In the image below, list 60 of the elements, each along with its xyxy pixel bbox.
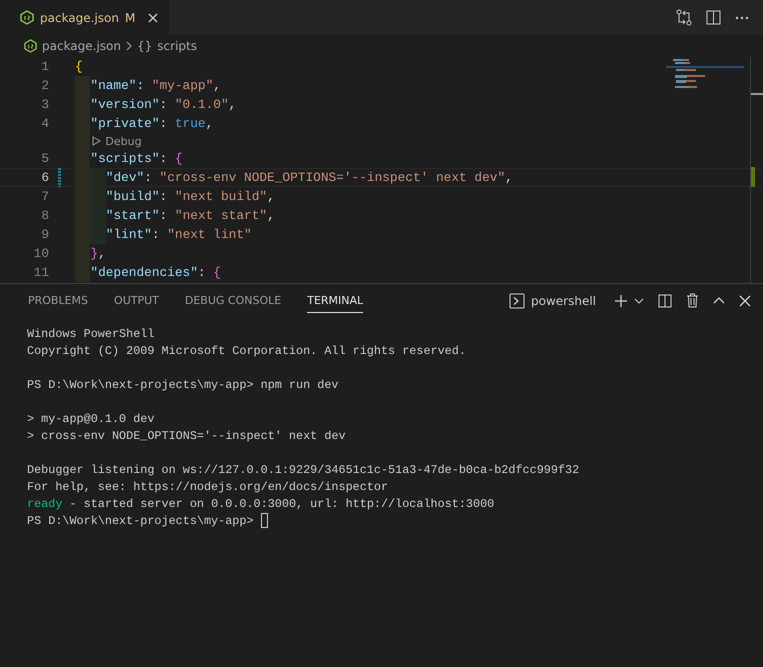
panel-tab[interactable]: TERMINAL (307, 288, 364, 313)
terminal-line: Copyright (C) 2009 Microsoft Corporation. All rights reserved. (27, 344, 466, 358)
close-icon[interactable] (739, 294, 751, 306)
split-editor-icon[interactable] (706, 10, 721, 25)
chevron-up-icon[interactable] (713, 297, 725, 304)
code-line: "private": true, (90, 116, 214, 131)
line-number: 7 (40, 189, 49, 204)
panel-tab[interactable]: OUTPUT (114, 288, 159, 313)
code-line: "build": "next build", (106, 189, 275, 204)
trash-icon[interactable] (686, 293, 699, 308)
breadcrumb-item[interactable]: package.json (42, 39, 122, 53)
code-line: "dev": "cross-env NODE_OPTIONS='--inspect' next dev", (106, 170, 513, 185)
line-number: 5 (40, 151, 49, 166)
plus-icon[interactable] (614, 294, 628, 308)
code-line: "version": "0.1.0", (90, 97, 236, 112)
code-line: { (75, 59, 83, 74)
close-icon[interactable] (147, 12, 160, 24)
debug-link[interactable]: Debug (105, 134, 142, 148)
breadcrumb-item[interactable]: scripts (157, 39, 197, 53)
scrollbar[interactable] (750, 57, 763, 283)
code-line: }, (90, 246, 106, 261)
code-line: "lint": "next lint" (106, 227, 252, 242)
terminal-line: > cross-env NODE_OPTIONS='--inspect' next dev (27, 428, 346, 442)
terminal-icon (509, 292, 525, 308)
line-number: 3 (40, 97, 49, 112)
indent-guide (75, 263, 90, 282)
line-number: 4 (40, 116, 49, 131)
split-terminal-icon[interactable] (658, 294, 672, 308)
editor-tab[interactable]: package.json M (0, 0, 170, 35)
line-number: 6 (40, 170, 49, 185)
line-number: 9 (40, 227, 49, 242)
chevron-down-icon[interactable] (634, 298, 644, 304)
braces-symbol: {} (137, 39, 152, 53)
line-number: 11 (32, 265, 49, 280)
tab-label: package.json (40, 10, 120, 24)
line-number: 10 (32, 246, 49, 261)
terminal-line: Debugger listening on ws://127.0.0.1:9229/34651c1c-51a3-47de-b0ca-b2dfcc999f32 (27, 462, 580, 476)
line-number: 8 (40, 208, 49, 223)
more-icon[interactable] (735, 16, 749, 20)
terminal-line: > my-app@0.1.0 dev (27, 412, 154, 426)
modified-indicator: M (125, 10, 136, 24)
play-icon[interactable] (92, 136, 102, 146)
terminal-name[interactable]: powershell (531, 294, 596, 308)
compare-changes-icon[interactable] (676, 9, 692, 26)
hexagon-icon (20, 10, 34, 25)
terminal-line: PS D:\Work\next-projects\my-app> npm run dev (27, 378, 338, 392)
code-line: "dependencies": { (90, 265, 221, 280)
terminal-line: Windows PowerShell (27, 326, 154, 340)
line-number: 1 (40, 59, 49, 74)
panel-tab[interactable]: PROBLEMS (28, 288, 88, 313)
code-line: "name": "my-app", (90, 78, 221, 93)
hexagon-icon (24, 39, 37, 53)
terminal-line: For help, see: https://nodejs.org/en/docs/inspector (27, 480, 388, 494)
code-line: "start": "next start", (106, 208, 275, 223)
terminal-line: PS D:\Work\next-projects\my-app> (27, 514, 255, 528)
line-number: 2 (40, 78, 49, 93)
terminal-line: ready - started server on 0.0.0.0:3000, url: http://localhost:3000 (27, 496, 494, 510)
code-line: "scripts": { (90, 151, 183, 166)
chevron-right-icon (126, 41, 132, 51)
panel-tab[interactable]: DEBUG CONSOLE (184, 288, 282, 313)
